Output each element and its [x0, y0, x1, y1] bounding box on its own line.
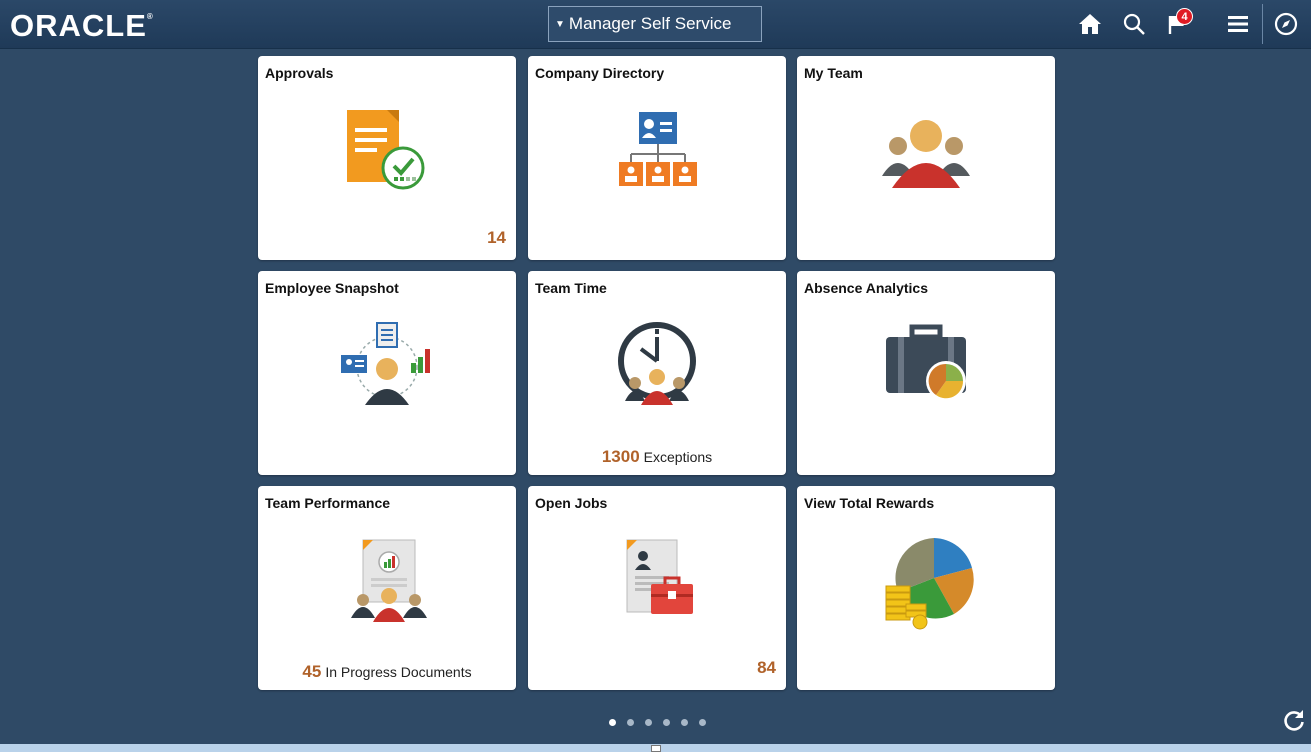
kpi-label: Exceptions: [643, 449, 713, 465]
dropdown-triangle-icon: ▼: [555, 18, 565, 30]
page-dot-3[interactable]: [645, 719, 652, 726]
tile-absence-analytics[interactable]: Absence Analytics: [797, 271, 1055, 475]
approvals-document-check-icon: [347, 110, 425, 190]
performance-document-team-icon: [351, 539, 427, 622]
rewards-pie-coins-icon: [885, 538, 974, 630]
search-icon: [1123, 13, 1145, 35]
team-time-kpi: 1300 Exceptions: [528, 447, 786, 467]
menu-icon: [1228, 16, 1248, 32]
tile-open-jobs[interactable]: Open Jobs 84: [528, 486, 786, 690]
kpi-value: 45: [302, 662, 322, 681]
oracle-logo[interactable]: ORACLE®: [10, 8, 154, 44]
tile-title: Absence Analytics: [804, 280, 928, 296]
actions-menu-button[interactable]: [1222, 8, 1254, 40]
tile-title: View Total Rewards: [804, 495, 935, 511]
briefcase-pie-icon: [886, 324, 966, 401]
employee-snapshot-icon: [341, 322, 430, 405]
navigator-button[interactable]: [1270, 8, 1302, 40]
page-dot-6[interactable]: [699, 719, 706, 726]
open-jobs-count: 84: [757, 658, 776, 677]
tile-employee-snapshot[interactable]: Employee Snapshot: [258, 271, 516, 475]
org-chart-icon: [619, 112, 697, 186]
team-people-icon: [882, 120, 970, 188]
page-dot-5[interactable]: [681, 719, 688, 726]
page-dot-2[interactable]: [627, 719, 634, 726]
homepage-selector[interactable]: ▼ Manager Self Service: [548, 6, 762, 42]
tile-title: Team Time: [535, 280, 607, 296]
tile-title: Company Directory: [535, 65, 665, 81]
tile-title: Approvals: [265, 65, 334, 81]
scroll-handle[interactable]: [651, 745, 661, 752]
kpi-label: In Progress Documents: [325, 664, 472, 680]
notifications-button[interactable]: 4: [1162, 8, 1194, 40]
tile-company-directory[interactable]: Company Directory: [528, 56, 786, 260]
tile-title: Team Performance: [265, 495, 391, 511]
job-resume-briefcase-icon: [626, 539, 693, 614]
tile-team-time[interactable]: Team Time 1300 Exceptions: [528, 271, 786, 475]
page-dot-4[interactable]: [663, 719, 670, 726]
notification-badge: 4: [1176, 8, 1193, 25]
tile-title: My Team: [804, 65, 863, 81]
tile-my-team[interactable]: My Team: [797, 56, 1055, 260]
tile-title: Employee Snapshot: [265, 280, 399, 296]
kpi-value: 1300: [601, 447, 640, 466]
navigator-icon: [1274, 12, 1298, 36]
tile-approvals[interactable]: Approvals 14: [258, 56, 516, 260]
team-performance-kpi: 45 In Progress Documents: [258, 662, 516, 682]
approvals-count: 14: [487, 228, 506, 247]
banner: ORACLE® ▼ Manager Self Service 4: [0, 0, 1311, 49]
homepage-selector-label: Manager Self Service: [568, 14, 732, 33]
tile-team-performance[interactable]: Team Performance 45 In Progress Documents: [258, 486, 516, 690]
header-divider: [1262, 4, 1263, 44]
home-icon: [1079, 14, 1101, 34]
clock-team-icon: [618, 322, 696, 405]
tile-view-total-rewards[interactable]: View Total Rewards: [797, 486, 1055, 690]
home-button[interactable]: [1074, 8, 1106, 40]
refresh-icon[interactable]: [1282, 708, 1306, 732]
page-dot-1[interactable]: [609, 719, 616, 726]
tile-title: Open Jobs: [535, 495, 608, 511]
search-button[interactable]: [1118, 8, 1150, 40]
